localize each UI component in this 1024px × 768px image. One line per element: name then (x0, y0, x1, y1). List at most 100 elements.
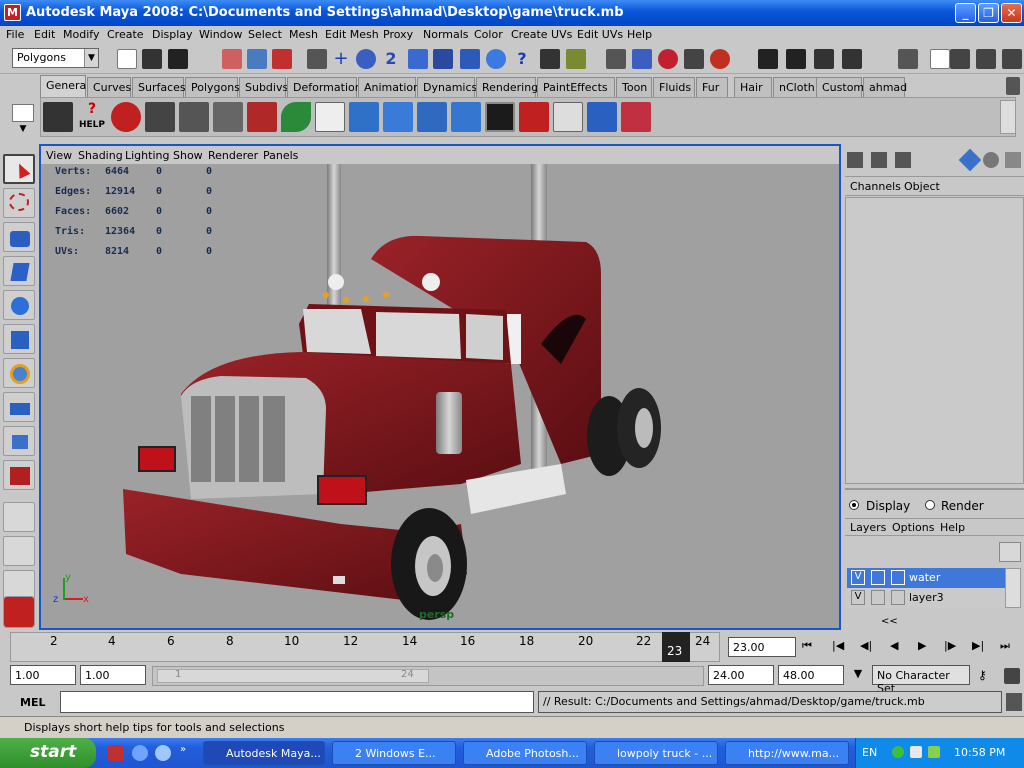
transform-icon[interactable] (898, 49, 918, 69)
shelf-options-box[interactable] (12, 104, 34, 122)
input-field-icon[interactable] (930, 49, 950, 69)
range-slider[interactable]: 1 24 (152, 666, 704, 686)
last-tool-icon[interactable] (3, 460, 35, 490)
render-ipr-icon[interactable] (786, 49, 806, 69)
menu-window[interactable]: Window (199, 28, 242, 41)
hierarchy-icon[interactable] (451, 102, 481, 132)
blue-cube-icon[interactable] (587, 102, 617, 132)
minimize-button[interactable]: _ (955, 3, 976, 23)
layers-menu[interactable]: Layers (850, 521, 886, 534)
select-component-icon[interactable] (272, 49, 292, 69)
shelf-tab-general[interactable]: General (40, 75, 89, 97)
hypershade-icon[interactable] (710, 49, 730, 69)
quicklaunch-ie-icon[interactable] (155, 745, 171, 761)
layer-row-water[interactable]: V water (847, 568, 1005, 588)
perspective-viewport[interactable]: View Shading Lighting Show Renderer Pane… (39, 144, 841, 630)
camera-aim-icon[interactable] (179, 102, 209, 132)
paint-select-tool-icon[interactable] (3, 222, 35, 252)
select-hierarchy-icon[interactable] (222, 49, 242, 69)
viewport-menu-view[interactable]: View (46, 149, 72, 162)
shelf-tab-polygons[interactable]: Polygons (185, 77, 240, 97)
current-time-field[interactable]: 23.00 (728, 637, 796, 657)
start-time-field[interactable]: 1.00 (10, 665, 76, 685)
ipr-icon[interactable] (632, 49, 652, 69)
quicklaunch-more-icon[interactable]: » (180, 744, 186, 755)
help-question-icon[interactable]: ? (512, 49, 532, 69)
taskbar-item-photoshop[interactable]: Adobe Photosh... (463, 741, 587, 765)
menu-edit-mesh[interactable]: Edit Mesh (325, 28, 379, 41)
viewport-menu-panels[interactable]: Panels (263, 149, 298, 162)
camera-up-icon[interactable] (213, 102, 243, 132)
render-sphere-icon[interactable] (486, 49, 506, 69)
layer-color-swatch[interactable] (891, 570, 905, 585)
taskbar-item-browser[interactable]: http://www.ma... (725, 741, 849, 765)
viewport-menu-renderer[interactable]: Renderer (208, 149, 258, 162)
step-forward-key-icon[interactable]: ▶| (972, 639, 984, 652)
command-input[interactable] (60, 691, 534, 713)
paint-brush-icon[interactable] (621, 102, 651, 132)
shelf-tab-fur[interactable]: Fur (696, 77, 728, 97)
four-pane-layout-icon[interactable] (3, 536, 35, 566)
save-scene-icon[interactable] (168, 49, 188, 69)
group-icon[interactable] (349, 102, 379, 132)
move-tool-icon[interactable] (3, 256, 35, 286)
menu-select[interactable]: Select (248, 28, 282, 41)
snap-point-icon[interactable]: 2 (381, 49, 401, 69)
script-editor-icon[interactable] (485, 102, 515, 132)
lasso-tool-icon[interactable] (3, 188, 35, 218)
new-scene-icon[interactable] (117, 49, 137, 69)
quicklaunch-maya-icon[interactable] (108, 745, 124, 761)
taskbar-item-explorer[interactable]: 2 Windows E... (332, 741, 456, 765)
show-manipulator-icon[interactable] (3, 426, 35, 456)
collapse-panel-button[interactable]: << (881, 616, 898, 627)
shelf-tab-subdivs[interactable]: Subdivs (239, 77, 288, 97)
menu-mesh[interactable]: Mesh (289, 28, 318, 41)
shelf-tab-painteffects[interactable]: PaintEffects (537, 77, 615, 97)
signal-icon[interactable] (928, 746, 940, 758)
unparent-icon[interactable] (417, 102, 447, 132)
auto-key-icon[interactable]: ⚷ (978, 668, 998, 684)
camera-icon[interactable] (145, 102, 175, 132)
display-radio[interactable] (849, 500, 859, 510)
maya-app-icon[interactable]: M (4, 4, 21, 21)
pick-mask-icon[interactable] (307, 49, 327, 69)
make-live-icon[interactable] (433, 49, 453, 69)
menu-proxy[interactable]: Proxy (383, 28, 413, 41)
playback-start-field[interactable]: 1.00 (80, 665, 146, 685)
layer-help-menu[interactable]: Help (940, 521, 965, 534)
animation-prefs-icon[interactable] (1004, 668, 1020, 684)
shelf-menu-arrow-icon[interactable]: ▼ (14, 124, 32, 136)
batch-render-icon[interactable] (842, 49, 862, 69)
rotate-tool-icon[interactable] (3, 290, 35, 320)
start-button[interactable]: start (0, 738, 96, 768)
volume-icon[interactable] (910, 746, 922, 758)
taskbar-item-lowpoly[interactable]: lowpoly truck - ... (594, 741, 718, 765)
menu-normals[interactable]: Normals (423, 28, 469, 41)
snap-grid-icon[interactable]: + (331, 49, 351, 69)
ik-handle-icon[interactable] (247, 102, 277, 132)
viewport-menu-shading[interactable]: Shading (78, 149, 123, 162)
play-forward-icon[interactable]: ▶ (918, 639, 926, 652)
parent-icon[interactable] (383, 102, 413, 132)
shelf-tab-surfaces[interactable]: Surfaces (132, 77, 186, 97)
network-icon[interactable] (892, 746, 904, 758)
help-icon[interactable]: ? HELP (77, 102, 107, 132)
channel-box-toggle-icon[interactable] (1002, 49, 1022, 69)
language-indicator[interactable]: EN (862, 746, 877, 759)
taskbar-item-maya[interactable]: Autodesk Maya... (203, 741, 325, 765)
menu-create-uvs[interactable]: Create UVs (511, 28, 572, 41)
close-button[interactable]: ✕ (1001, 3, 1022, 23)
open-scene-icon[interactable] (142, 49, 162, 69)
play-backward-icon[interactable]: ◀ (890, 639, 898, 652)
shelf-tab-animation[interactable]: Animation (358, 77, 420, 97)
end-time-field[interactable]: 48.00 (778, 665, 844, 685)
film-reel-icon[interactable] (43, 102, 73, 132)
shelf-tab-ahmad[interactable]: ahmad (863, 77, 907, 97)
character-set-field[interactable]: No Character Set (872, 665, 970, 695)
layer-type-toggle[interactable] (871, 570, 885, 585)
object-menu[interactable]: Object (904, 180, 940, 193)
shelf-tab-fluids[interactable]: Fluids (653, 77, 695, 97)
attribute-list-icon[interactable] (895, 152, 911, 168)
select-tool-icon[interactable] (3, 154, 35, 184)
viewport-menu-lighting[interactable]: Lighting (125, 149, 169, 162)
